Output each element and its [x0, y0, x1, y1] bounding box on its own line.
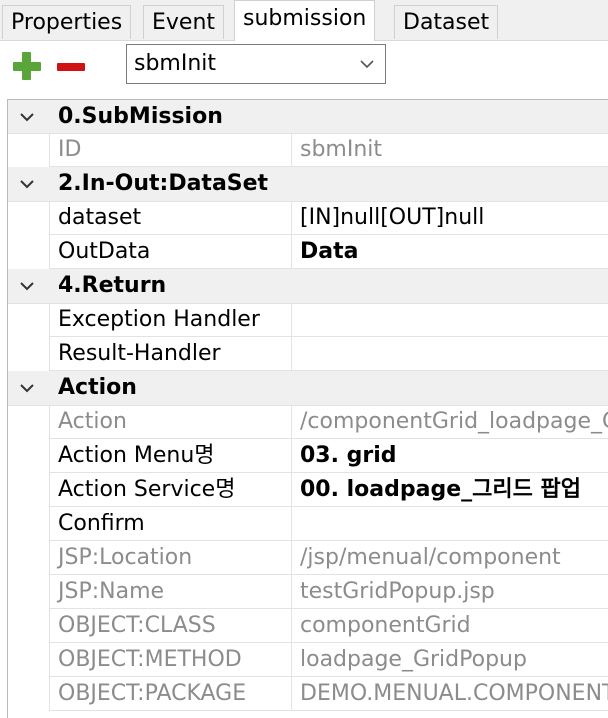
property-name: JSP:Location: [49, 541, 291, 575]
property-row-dataset[interactable]: dataset [IN]null[OUT]null: [8, 201, 608, 235]
property-value[interactable]: [291, 303, 608, 337]
category-submission[interactable]: 0.SubMission: [8, 100, 608, 134]
property-row-action-service[interactable]: Action Service명 00. loadpage_그리드 팝업: [8, 473, 608, 507]
tab-submission[interactable]: submission: [234, 0, 376, 41]
category-label: 0.SubMission: [58, 104, 223, 129]
collapse-chevron-icon[interactable]: [18, 177, 36, 191]
property-name: Action Service명: [49, 473, 291, 507]
tab-properties[interactable]: Properties: [2, 5, 132, 39]
property-value[interactable]: [291, 507, 608, 541]
collapse-chevron-icon[interactable]: [18, 110, 36, 124]
category-label: 4.Return: [58, 273, 167, 298]
property-name: dataset: [49, 201, 291, 235]
property-value: loadpage_GridPopup: [291, 643, 608, 677]
property-value: sbmInit: [291, 133, 608, 167]
toolbar: sbmInit: [0, 41, 608, 93]
category-label: Action: [58, 375, 137, 400]
category-label: 2.In-Out:DataSet: [58, 171, 269, 196]
tab-bar: Properties Event submission Dataset: [0, 0, 608, 41]
property-value[interactable]: [291, 337, 608, 371]
collapse-chevron-icon[interactable]: [18, 279, 36, 293]
add-submission-button[interactable]: [11, 50, 45, 84]
tab-dataset[interactable]: Dataset: [394, 5, 499, 39]
property-value: /componentGrid_loadpage_GridPopup: [291, 405, 608, 439]
property-name: OBJECT:CLASS: [49, 609, 291, 643]
property-row-object-method[interactable]: OBJECT:METHOD loadpage_GridPopup: [8, 643, 608, 677]
tab-event[interactable]: Event: [143, 5, 225, 39]
remove-submission-button[interactable]: [55, 50, 89, 84]
property-name: Action Menu명: [49, 439, 291, 473]
category-return[interactable]: 4.Return: [8, 269, 608, 304]
property-row-action[interactable]: Action /componentGrid_loadpage_GridPopup: [8, 405, 608, 439]
property-name: Action: [49, 405, 291, 439]
category-action[interactable]: Action: [8, 371, 608, 406]
property-row-outdata[interactable]: OutData Data: [8, 235, 608, 269]
property-grid: 0.SubMission ID sbmInit 2.In-Out:DataSet…: [7, 99, 608, 718]
property-name: Confirm: [49, 507, 291, 541]
property-row-jsp-location[interactable]: JSP:Location /jsp/menual/component: [8, 541, 608, 575]
property-name: JSP:Name: [49, 575, 291, 609]
property-value[interactable]: 03. grid: [291, 439, 608, 473]
submission-select[interactable]: sbmInit: [126, 44, 386, 84]
property-value[interactable]: Data: [291, 235, 608, 269]
property-name: ID: [49, 133, 291, 167]
property-value: testGridPopup.jsp: [291, 575, 608, 609]
property-row-object-class[interactable]: OBJECT:CLASS componentGrid: [8, 609, 608, 643]
property-row-object-package[interactable]: OBJECT:PACKAGE DEMO.MENUAL.COMPONENT: [8, 677, 608, 711]
property-value: /jsp/menual/component: [291, 541, 608, 575]
category-inout-dataset[interactable]: 2.In-Out:DataSet: [8, 167, 608, 202]
property-value[interactable]: [IN]null[OUT]null: [291, 201, 608, 235]
property-name: OutData: [49, 235, 291, 269]
property-name: Exception Handler: [49, 303, 291, 337]
property-row-result-handler[interactable]: Result-Handler: [8, 337, 608, 371]
property-value[interactable]: 00. loadpage_그리드 팝업: [291, 473, 608, 507]
property-value: componentGrid: [291, 609, 608, 643]
property-value: DEMO.MENUAL.COMPONENT: [291, 677, 608, 711]
chevron-down-icon: [360, 60, 374, 69]
property-row-jsp-name[interactable]: JSP:Name testGridPopup.jsp: [8, 575, 608, 609]
property-row-exception-handler[interactable]: Exception Handler: [8, 303, 608, 337]
collapse-chevron-icon[interactable]: [18, 381, 36, 395]
property-row-action-menu[interactable]: Action Menu명 03. grid: [8, 439, 608, 473]
property-name: Result-Handler: [49, 337, 291, 371]
submission-select-value: sbmInit: [134, 51, 217, 76]
property-row-id[interactable]: ID sbmInit: [8, 133, 608, 167]
property-name: OBJECT:METHOD: [49, 643, 291, 677]
property-name: OBJECT:PACKAGE: [49, 677, 291, 711]
property-row-confirm[interactable]: Confirm: [8, 507, 608, 541]
